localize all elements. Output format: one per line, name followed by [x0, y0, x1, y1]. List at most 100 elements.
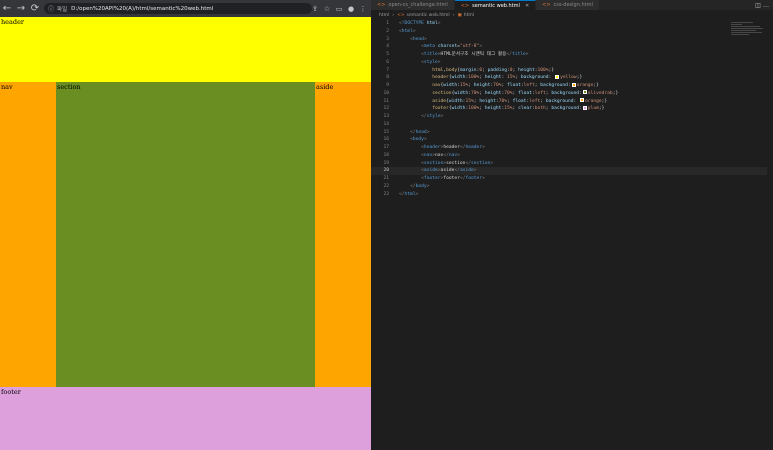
line-source: <meta charset="utf-8">	[421, 44, 483, 50]
line-source: <footer>footer</footer>	[421, 176, 485, 181]
line-number: 19	[383, 160, 389, 166]
line-number: 18	[383, 152, 389, 158]
breadcrumb: html › <> semantic web.html › ▣ html	[379, 11, 474, 19]
code-line[interactable]: 22 </body>	[371, 183, 773, 191]
menu-kebab-icon[interactable]: ⋮	[357, 0, 369, 17]
minimap-line	[731, 28, 764, 29]
code-line[interactable]: 17 <header>header</header>	[371, 144, 773, 152]
close-icon[interactable]: ✕	[525, 3, 529, 9]
page-aside-region: aside	[315, 82, 371, 387]
page-viewport: header nav section aside footer	[0, 17, 371, 450]
tab-label: css-design.html	[553, 2, 593, 8]
back-arrow-icon[interactable]: ←	[0, 0, 14, 17]
tab-css-design[interactable]: <> css-design.html	[536, 0, 600, 10]
line-number: 10	[383, 90, 389, 96]
html-file-icon: <>	[542, 2, 551, 8]
breadcrumb-item[interactable]: html	[464, 13, 474, 18]
breadcrumb-item[interactable]: html	[379, 13, 389, 18]
forward-arrow-icon[interactable]: →	[14, 0, 28, 17]
file-scheme-label: 파일	[57, 6, 68, 13]
code-line[interactable]: 15 </head>	[371, 129, 773, 137]
vertical-scrollbar[interactable]	[767, 10, 773, 450]
code-line[interactable]: 4 <meta charset="utf-8">	[371, 43, 773, 51]
editor-actions: ◫ …	[754, 0, 770, 10]
line-number: 3	[386, 36, 389, 42]
code-line[interactable]: 1 <!DOCTYPE html>	[371, 20, 773, 28]
tab-icon[interactable]: ▭	[333, 0, 345, 17]
code-line[interactable]: 13 </style>	[371, 113, 773, 121]
code-line[interactable]: 12 footer{width:100%; height:15%; clear:…	[371, 105, 773, 113]
tab-label: semantic web.html	[472, 2, 520, 9]
code-line[interactable]: 19 <section>section</section>	[371, 160, 773, 168]
reload-icon[interactable]: ⟳	[28, 0, 42, 17]
info-icon[interactable]: ⓘ	[48, 4, 54, 13]
line-number: 12	[383, 106, 389, 112]
code-editor: <> open-cs_challenge.html <> semantic we…	[371, 0, 773, 450]
line-number: 11	[383, 98, 389, 104]
breadcrumb-item[interactable]: semantic web.html	[407, 13, 450, 18]
code-area[interactable]: 1 <!DOCTYPE html> 2 <html> 3 <head> 4 <meta c…	[371, 20, 773, 198]
line-number: 8	[386, 75, 389, 81]
minimap-line	[731, 26, 760, 27]
more-actions-icon[interactable]: …	[762, 2, 770, 9]
code-line[interactable]: 21 <footer>footer</footer>	[371, 175, 773, 183]
line-source: <aside>aside</aside>	[421, 168, 477, 174]
line-source: </body>	[410, 183, 430, 189]
line-source: <head>	[410, 36, 427, 42]
address-bar[interactable]: ⓘ 파일 D:/open%20API%20(A)/html/semantic%2…	[44, 3, 312, 14]
code-line[interactable]: 9 nav{width:15%; height:70%; float:left;…	[371, 82, 773, 90]
chevron-right-icon: ›	[452, 12, 455, 18]
code-line[interactable]: 23 </html>	[371, 191, 773, 199]
minimap[interactable]	[731, 22, 767, 42]
line-number: 13	[383, 114, 389, 119]
line-source: <body>	[410, 137, 427, 143]
code-line[interactable]: 18 <nav>nav</nav>	[371, 152, 773, 160]
code-line[interactable]: 7 html,body{margin:0; padding:0; height:…	[371, 67, 773, 75]
bookmark-star-icon[interactable]: ☆	[321, 0, 333, 17]
split-editor-icon[interactable]: ◫	[754, 2, 762, 9]
page-header-region: header	[0, 17, 371, 82]
code-line[interactable]: 11 aside{width:15%; height:70%; float:le…	[371, 98, 773, 106]
line-number: 14	[383, 121, 389, 127]
page-footer-region: footer	[0, 387, 371, 450]
line-source: </html>	[399, 191, 419, 197]
code-line[interactable]: 6 <style>	[371, 59, 773, 67]
line-number: 2	[386, 28, 389, 34]
browser-toolbar-actions: ⇪ ☆ ▭ ● ⋮	[309, 0, 369, 17]
line-number: 4	[386, 44, 389, 50]
line-source: </style>	[421, 114, 444, 119]
tab-label: open-cs_challenge.html	[388, 2, 448, 8]
html-file-icon: <>	[460, 2, 470, 9]
element-icon: ▣	[457, 12, 462, 18]
share-icon[interactable]: ⇪	[309, 0, 321, 17]
html-file-icon: <>	[377, 2, 386, 8]
code-line[interactable]: 20 <aside>aside</aside>	[371, 167, 773, 175]
line-source: <nav>nav</nav>	[421, 152, 460, 158]
line-number: 21	[383, 176, 389, 181]
code-line[interactable]: 3 <head>	[371, 36, 773, 44]
editor-tab-bar: <> open-cs_challenge.html <> semantic we…	[371, 0, 773, 10]
tab-semantic-web[interactable]: <> semantic web.html ✕	[454, 0, 537, 10]
minimap-line	[731, 32, 762, 33]
line-source: html,body{margin:0; padding:0; height:10…	[432, 67, 555, 73]
code-line[interactable]: 2 <html>	[371, 28, 773, 36]
minimap-line	[731, 24, 742, 25]
line-source: footer{width:100%; height:15%; clear:bot…	[432, 105, 605, 112]
address-url[interactable]: D:/open%20API%20(A)/html/semantic%20web.…	[71, 6, 213, 12]
code-line[interactable]: 10 section{width:70%; height:70%; float:…	[371, 90, 773, 98]
line-number: 23	[383, 191, 389, 197]
code-line[interactable]: 8 header{width:100%; height: 15%; backgr…	[371, 74, 773, 82]
profile-icon[interactable]: ●	[345, 0, 357, 17]
line-source: header{width:100%; height: 15%; backgrou…	[432, 74, 583, 81]
code-line[interactable]: 5 <title>HTML문서구조 시맨틱 태그 활용</title>	[371, 51, 773, 59]
line-source: nav{width:15%; height:70%; float:left; b…	[432, 82, 599, 88]
line-number: 6	[386, 59, 389, 65]
code-line[interactable]: 16 <body>	[371, 136, 773, 144]
tab-open-cs-challenge[interactable]: <> open-cs_challenge.html	[371, 0, 455, 10]
line-source: <header>header</header>	[421, 145, 485, 150]
line-number: 1	[386, 21, 389, 26]
html-file-icon: <>	[397, 12, 405, 18]
line-source: <html>	[399, 28, 416, 34]
line-source: </head>	[410, 129, 430, 135]
code-line[interactable]: 14	[371, 121, 773, 129]
